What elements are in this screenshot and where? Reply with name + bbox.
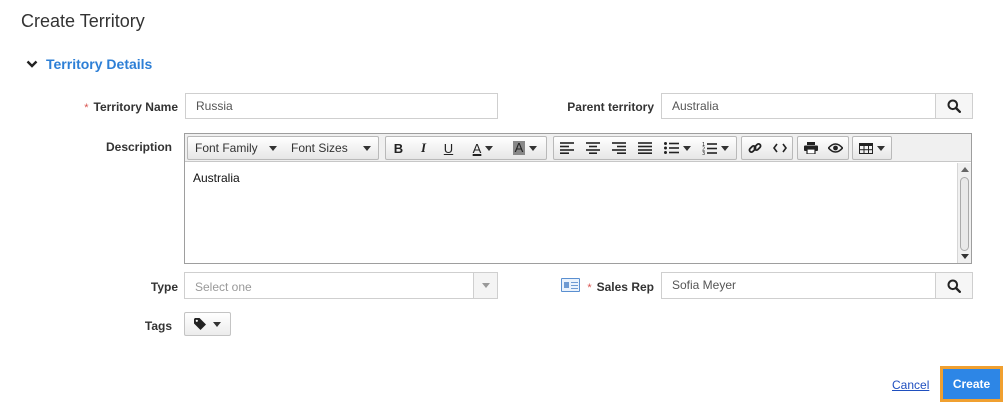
parent-territory-input[interactable]: Australia bbox=[661, 93, 937, 119]
editor-scrollbar[interactable] bbox=[957, 163, 971, 263]
print-button[interactable] bbox=[798, 137, 823, 159]
font-family-select[interactable]: Font Family bbox=[188, 137, 284, 159]
bold-button[interactable]: B bbox=[386, 137, 411, 159]
scroll-up-icon bbox=[961, 167, 969, 172]
eye-icon bbox=[828, 143, 843, 153]
preview-button[interactable] bbox=[823, 137, 848, 159]
tags-dropdown-button[interactable] bbox=[184, 312, 231, 336]
italic-button[interactable]: I bbox=[411, 137, 436, 159]
page-title: Create Territory bbox=[21, 11, 145, 31]
tag-icon bbox=[194, 318, 206, 330]
underline-button[interactable]: U bbox=[436, 137, 461, 159]
chevron-down-icon bbox=[26, 60, 38, 68]
tags-label: Tags bbox=[144, 319, 172, 333]
territory-name-input[interactable]: Russia bbox=[185, 93, 498, 119]
paragraph-group: 123 bbox=[553, 136, 737, 160]
search-icon bbox=[947, 99, 961, 113]
table-button[interactable] bbox=[853, 137, 891, 159]
required-marker: * bbox=[587, 282, 592, 294]
align-center-icon bbox=[586, 142, 600, 154]
numbered-list-icon: 123 bbox=[702, 142, 717, 155]
scroll-down-icon bbox=[961, 254, 969, 259]
align-center-button[interactable] bbox=[580, 137, 606, 159]
justify-icon bbox=[638, 142, 652, 154]
font-sizes-select[interactable]: Font Sizes bbox=[284, 137, 378, 159]
view-group bbox=[797, 136, 849, 160]
contact-card-icon[interactable] bbox=[561, 278, 580, 292]
chevron-down-icon bbox=[213, 321, 221, 327]
sales-rep-label: * Sales Rep bbox=[587, 280, 654, 294]
code-view-button[interactable] bbox=[767, 137, 792, 159]
table-group bbox=[852, 136, 892, 160]
highlight-color-button[interactable]: A bbox=[505, 137, 545, 159]
parent-territory-label: Parent territory bbox=[567, 100, 654, 114]
description-label: Description bbox=[105, 140, 172, 154]
align-left-icon bbox=[560, 142, 574, 154]
align-left-button[interactable] bbox=[554, 137, 580, 159]
scrollbar-thumb[interactable] bbox=[960, 177, 969, 251]
text-style-group: B I U A A bbox=[385, 136, 547, 160]
sales-rep-search-button[interactable] bbox=[935, 272, 973, 299]
description-text-area[interactable]: Australia bbox=[185, 163, 957, 263]
territory-name-label: * Territory Name bbox=[84, 100, 178, 114]
link-button[interactable] bbox=[742, 137, 767, 159]
bullet-list-icon bbox=[663, 142, 679, 154]
align-right-button[interactable] bbox=[606, 137, 632, 159]
insert-group bbox=[741, 136, 793, 160]
font-color-icon: A bbox=[472, 140, 482, 156]
type-label: Type bbox=[150, 280, 178, 294]
required-marker: * bbox=[84, 102, 89, 114]
editor-toolbar: Font Family Font Sizes B I U A A 1 2 3 bbox=[185, 134, 971, 162]
font-color-button[interactable]: A bbox=[461, 137, 505, 159]
code-icon bbox=[772, 143, 787, 153]
print-icon bbox=[803, 142, 818, 154]
type-dropdown-arrow[interactable] bbox=[473, 273, 497, 298]
svg-text:3: 3 bbox=[702, 151, 705, 155]
table-icon bbox=[859, 142, 873, 154]
section-title: Territory Details bbox=[46, 56, 153, 72]
align-right-icon bbox=[612, 142, 626, 154]
highlight-icon: A bbox=[512, 140, 526, 155]
type-select[interactable]: Select one bbox=[184, 272, 498, 299]
numbered-list-button[interactable]: 123 bbox=[696, 137, 734, 159]
search-icon bbox=[947, 279, 961, 293]
link-icon bbox=[748, 143, 761, 153]
parent-territory-search-button[interactable] bbox=[935, 93, 973, 119]
type-placeholder: Select one bbox=[195, 280, 252, 294]
create-button[interactable]: Create bbox=[940, 366, 1003, 402]
bullet-list-button[interactable] bbox=[658, 137, 696, 159]
section-header-territory-details[interactable]: Territory Details bbox=[26, 56, 152, 72]
chevron-down-icon bbox=[481, 283, 490, 288]
sales-rep-input[interactable]: Sofia Meyer bbox=[661, 272, 937, 299]
justify-button[interactable] bbox=[632, 137, 658, 159]
description-editor: Font Family Font Sizes B I U A A 1 2 3 A… bbox=[184, 133, 972, 264]
font-select-group: Font Family Font Sizes bbox=[187, 136, 379, 160]
cancel-link[interactable]: Cancel bbox=[892, 378, 929, 392]
